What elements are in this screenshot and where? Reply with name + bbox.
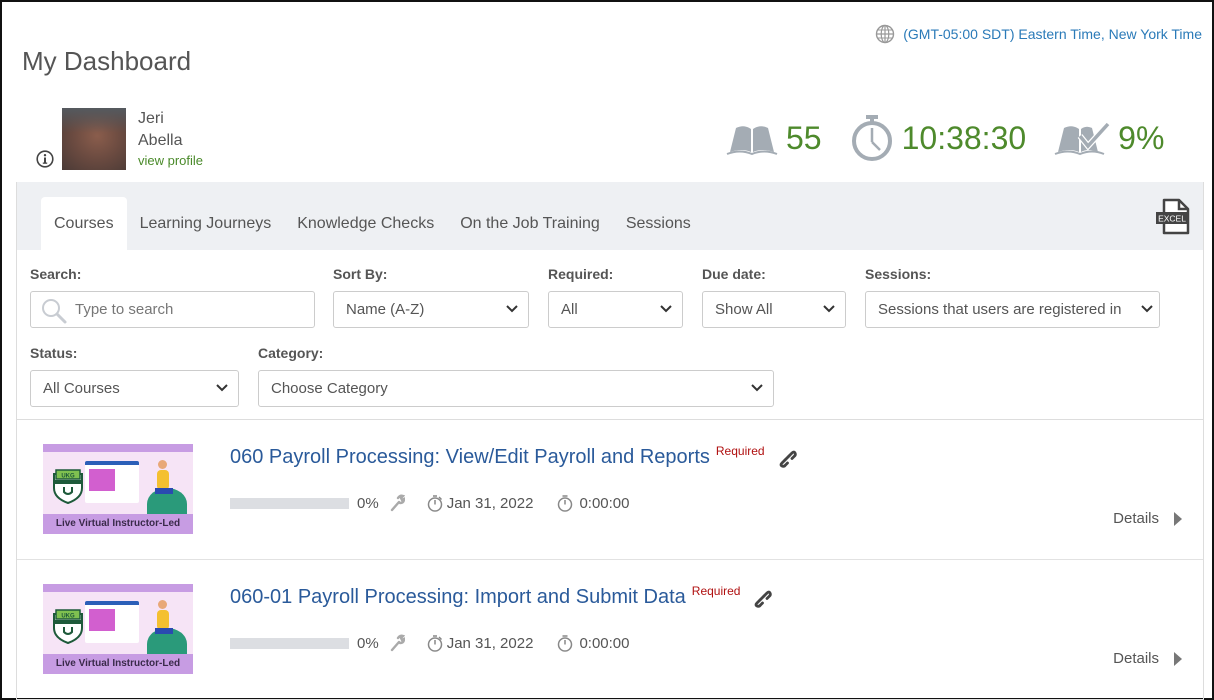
courses-count: 55 (786, 119, 822, 156)
filters-section: Search: Type to search Sort By: Name (A-… (17, 250, 1203, 420)
duration: 0:00:00 (579, 634, 630, 652)
required-badge: Required (715, 444, 765, 458)
tab-sessions[interactable]: Sessions (613, 197, 704, 250)
link-icon[interactable] (752, 588, 773, 608)
sort-by-select[interactable]: Name (A-Z) (333, 291, 529, 328)
time-spent: 10:38:30 (901, 119, 1027, 156)
due-date-select[interactable]: Show All (702, 291, 846, 328)
required-value: All (561, 301, 578, 318)
duration-stopwatch-icon (558, 635, 573, 652)
details-label: Details (1113, 650, 1159, 667)
course-thumbnail[interactable]: UKG Live Virtual Instructor-Led (43, 584, 193, 674)
progress-bar (230, 637, 349, 649)
sessions-value: Sessions that users are registered in (878, 301, 1122, 318)
progress-label: 0% (357, 634, 379, 652)
wrench-icon (390, 494, 405, 512)
book-check-icon (1054, 121, 1111, 156)
course-meta: 0% Jan 31, 2022 0:00:00 (230, 494, 629, 512)
duration-stopwatch-icon (558, 495, 573, 512)
chevron-down-icon (506, 305, 518, 313)
sessions-label: Sessions: (865, 266, 932, 282)
course-title[interactable]: 060-01 Payroll Processing: Import and Su… (230, 586, 686, 609)
user-last-name: Abella (138, 132, 183, 149)
link-icon[interactable] (777, 448, 797, 468)
status-label: Status: (30, 345, 78, 361)
required-label: Required: (548, 266, 614, 282)
required-badge: Required (691, 584, 741, 598)
course-title[interactable]: 060 Payroll Processing: View/Edit Payrol… (230, 446, 710, 469)
timezone-link[interactable]: (GMT-05:00 SDT) Eastern Time, New York T… (875, 24, 1202, 44)
category-label: Category: (258, 345, 324, 361)
category-value: Choose Category (271, 380, 388, 397)
ukg-shield-icon: UKG (53, 609, 83, 644)
course-meta: 0% Jan 31, 2022 0:00:00 (230, 634, 629, 652)
ukg-shield-icon: UKG (53, 469, 83, 504)
sort-by-label: Sort By: (333, 266, 388, 282)
stat-completion: 9% (1054, 120, 1164, 157)
course-item: UKG Live Virtual Instructor-Led 060-01 P… (17, 560, 1203, 700)
avatar (62, 108, 126, 170)
page-title: My Dashboard (22, 46, 192, 76)
tab-bar: Courses Learning Journeys Knowledge Chec… (17, 182, 1203, 250)
sessions-select[interactable]: Sessions that users are registered in (865, 291, 1160, 328)
details-button[interactable]: Details (1113, 510, 1183, 527)
search-input[interactable]: Type to search (30, 291, 315, 328)
view-profile-link[interactable]: view profile (138, 152, 203, 170)
caret-right-icon (1174, 651, 1182, 666)
excel-export-icon[interactable]: EXCEL (1155, 198, 1191, 236)
course-title-link[interactable]: 060 Payroll Processing: View/Edit Payrol… (230, 444, 797, 469)
status-value: All Courses (43, 380, 120, 397)
course-thumbnail[interactable]: UKG Live Virtual Instructor-Led (43, 444, 193, 534)
chevron-down-icon (660, 305, 672, 313)
user-name-block: Jeri Abella view profile (138, 108, 203, 170)
tab-learning-journeys[interactable]: Learning Journeys (127, 197, 285, 250)
wrench-icon (390, 634, 405, 652)
excel-label: EXCEL (1158, 214, 1186, 224)
required-select[interactable]: All (548, 291, 683, 328)
open-book-icon (726, 126, 778, 156)
tab-courses[interactable]: Courses (41, 197, 127, 250)
globe-icon (876, 24, 895, 44)
category-select[interactable]: Choose Category (258, 370, 774, 407)
courses-panel: Courses Learning Journeys Knowledge Chec… (16, 182, 1204, 700)
chevron-down-icon (823, 305, 835, 313)
due-date-value: Show All (715, 301, 773, 318)
due-date-label: Due date: (702, 266, 766, 282)
tab-on-the-job-training[interactable]: On the Job Training (447, 197, 613, 250)
status-select[interactable]: All Courses (30, 370, 239, 407)
timezone-text[interactable]: (GMT-05:00 SDT) Eastern Time, New York T… (903, 26, 1202, 42)
thumbnail-caption: Live Virtual Instructor-Led (43, 654, 193, 674)
info-icon[interactable] (36, 150, 54, 168)
chevron-down-icon (1141, 305, 1153, 313)
search-placeholder: Type to search (75, 301, 174, 318)
svg-text:UKG: UKG (61, 614, 75, 620)
completion-percent: 9% (1118, 119, 1165, 156)
thumbnail-caption: Live Virtual Instructor-Led (43, 514, 193, 534)
due-date: Jan 31, 2022 (446, 494, 534, 512)
sort-by-value: Name (A-Z) (346, 301, 425, 318)
stats-summary: 55 10:38:30 9% (726, 114, 1192, 162)
search-label: Search: (30, 266, 82, 282)
chevron-down-icon (216, 384, 228, 392)
details-button[interactable]: Details (1113, 650, 1183, 667)
search-icon (42, 299, 67, 324)
stat-time: 10:38:30 (850, 114, 1027, 162)
course-title-link[interactable]: 060-01 Payroll Processing: Import and Su… (230, 584, 773, 609)
course-item: UKG Live Virtual Instructor-Led 060 Payr… (17, 420, 1203, 560)
svg-text:UKG: UKG (61, 474, 75, 480)
user-first-name: Jeri (138, 110, 164, 127)
due-date: Jan 31, 2022 (446, 634, 534, 652)
caret-right-icon (1174, 511, 1182, 526)
chevron-down-icon (751, 384, 763, 392)
tab-knowledge-checks[interactable]: Knowledge Checks (284, 197, 447, 250)
user-profile: Jeri Abella view profile (36, 108, 203, 170)
stat-courses: 55 (726, 120, 822, 157)
due-date-timer-icon (427, 635, 442, 652)
details-label: Details (1113, 510, 1159, 527)
progress-label: 0% (357, 494, 379, 512)
progress-bar (230, 497, 349, 509)
duration: 0:00:00 (579, 494, 630, 512)
stopwatch-icon (851, 115, 892, 161)
due-date-timer-icon (427, 495, 442, 512)
